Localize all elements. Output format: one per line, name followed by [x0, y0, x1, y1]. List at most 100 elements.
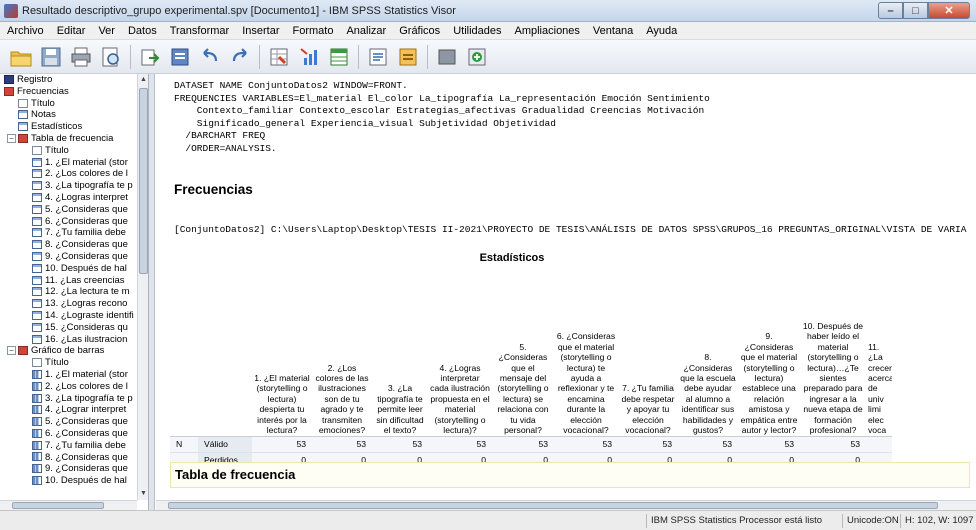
tree-item[interactable]: Título	[0, 145, 137, 157]
menu-1[interactable]: Editar	[50, 25, 92, 37]
tree-item[interactable]: 16. ¿Las ilustracion	[0, 334, 137, 346]
tree-item[interactable]: 9. ¿Consideras que	[0, 463, 137, 475]
collapse-icon[interactable]: −	[7, 346, 16, 356]
tree-item-label: Tabla de frecuencia	[31, 132, 114, 144]
tree-item[interactable]: 10. Después de hal	[0, 475, 137, 487]
stats-table[interactable]: 1. ¿El material (storytelling o lectura)…	[170, 266, 892, 469]
goto-case-icon[interactable]	[296, 44, 322, 70]
tree-item[interactable]: 4. ¿Logras interpret	[0, 192, 137, 204]
menu-11[interactable]: Ventana	[586, 25, 639, 37]
tree-item-label: 10. Después de hal	[45, 475, 127, 487]
scroll-thumb[interactable]	[12, 502, 104, 509]
table-cell: 53	[492, 436, 554, 453]
column-header: 10. Después de haber leído el material (…	[800, 266, 866, 437]
tree-item[interactable]: 5. ¿Consideras que	[0, 416, 137, 428]
toolbar-separator	[130, 44, 131, 69]
goto-data-icon[interactable]	[266, 44, 292, 70]
menu-4[interactable]: Transformar	[163, 25, 236, 37]
tree-item[interactable]: 6. ¿Consideras que	[0, 216, 137, 228]
tree-item[interactable]: 12. ¿La lectura te m	[0, 286, 137, 298]
undo-icon[interactable]	[197, 44, 223, 70]
scroll-thumb[interactable]	[139, 88, 148, 274]
outline-vertical-scrollbar[interactable]: ▲ ▼	[137, 74, 148, 500]
stats-table-title: Estadísticos	[479, 252, 545, 264]
tree-item[interactable]: 6. ¿Consideras que	[0, 428, 137, 440]
insert-output-icon[interactable]	[365, 44, 391, 70]
menu-12[interactable]: Ayuda	[639, 25, 683, 37]
tree-item-label: 10. Después de hal	[45, 262, 127, 274]
red-item-icon	[18, 346, 28, 356]
recall-dialog-icon[interactable]	[167, 44, 193, 70]
red-item-icon	[18, 133, 28, 143]
export-icon[interactable]	[137, 44, 163, 70]
tree-item[interactable]: 8. ¿Consideras que	[0, 452, 137, 464]
column-header: 4. ¿Logras interpretar cada ilustración …	[428, 266, 492, 437]
tree-item[interactable]: 3. ¿La tipografía te p	[0, 180, 137, 192]
tree-item[interactable]: 14. ¿Lograste identifi	[0, 310, 137, 322]
menu-8[interactable]: Gráficos	[392, 25, 446, 37]
collapse-icon[interactable]: −	[7, 133, 16, 143]
print-preview-icon[interactable]	[98, 44, 124, 70]
tree-item[interactable]: 3. ¿La tipografía te p	[0, 393, 137, 405]
tree-item-label: 15. ¿Consideras qu	[45, 321, 128, 333]
content-horizontal-scrollbar[interactable]	[156, 500, 976, 510]
tree-item[interactable]: 11. ¿Las creencias	[0, 275, 137, 287]
tree-item[interactable]: − Tabla de frecuencia	[0, 133, 137, 145]
variables-icon[interactable]	[326, 44, 352, 70]
redo-icon[interactable]	[227, 44, 253, 70]
select-last-output-icon[interactable]	[434, 44, 460, 70]
doc-icon	[32, 358, 42, 368]
tree-item[interactable]: 4. ¿Lograr interpret	[0, 404, 137, 416]
save-icon[interactable]	[38, 44, 64, 70]
tree-item[interactable]: 1. ¿El material (stor	[0, 369, 137, 381]
pane-splitter[interactable]	[149, 74, 155, 510]
tree-item[interactable]: Título	[0, 357, 137, 369]
menu-3[interactable]: Datos	[121, 25, 163, 37]
open-folder-icon[interactable]	[8, 44, 34, 70]
menu-bar: Archivo Editar Ver Datos Transformar Insertar…	[0, 22, 976, 40]
tree-item-label: 2. ¿Los colores de l	[45, 380, 128, 392]
tree-item[interactable]: 7. ¿Tu familia debe	[0, 227, 137, 239]
table-icon	[32, 275, 42, 285]
tree-item[interactable]: 9. ¿Consideras que	[0, 251, 137, 263]
designate-window-icon[interactable]	[395, 44, 421, 70]
tree-item[interactable]: Notas	[0, 109, 137, 121]
tree-item-label: 5. ¿Consideras que	[45, 416, 128, 428]
close-button[interactable]: ✕	[928, 2, 970, 19]
heading-tabla-de-frecuencia: Tabla de frecuencia	[175, 467, 296, 482]
tree-item[interactable]: 5. ¿Consideras que	[0, 204, 137, 216]
menu-10[interactable]: Ampliaciones	[508, 25, 586, 37]
menu-9[interactable]: Utilidades	[446, 25, 507, 37]
tree-item[interactable]: Estadísticos	[0, 121, 137, 133]
tree-item[interactable]: − Gráfico de barras	[0, 345, 137, 357]
tree-item[interactable]: 1. ¿El material (stor	[0, 157, 137, 169]
tree-item[interactable]: 7. ¿Tu familia debe	[0, 440, 137, 452]
tree-item[interactable]: 2. ¿Los colores de l	[0, 168, 137, 180]
tree-item[interactable]: 2. ¿Los colores de l	[0, 381, 137, 393]
table-cell: 53	[252, 436, 312, 453]
menu-6[interactable]: Formato	[286, 25, 340, 37]
chart-icon	[32, 476, 42, 486]
menu-5[interactable]: Insertar	[235, 25, 285, 37]
scroll-thumb[interactable]	[168, 502, 938, 509]
tree-item[interactable]: Registro	[0, 74, 137, 86]
minimize-button[interactable]: –	[878, 2, 903, 19]
table-icon	[32, 287, 42, 297]
tree-item[interactable]: Frecuencias	[0, 86, 137, 98]
tree-item[interactable]: 8. ¿Consideras que	[0, 239, 137, 251]
run-syntax-icon[interactable]	[464, 44, 490, 70]
frequency-table-section[interactable]: Tabla de frecuencia	[170, 462, 970, 488]
tree-item[interactable]: 13. ¿Logras recono	[0, 298, 137, 310]
scroll-up-arrow-icon[interactable]: ▲	[138, 74, 148, 86]
scroll-down-arrow-icon[interactable]: ▼	[138, 488, 148, 500]
tree-item[interactable]: 10. Después de hal	[0, 263, 137, 275]
menu-0[interactable]: Archivo	[0, 25, 50, 37]
menu-7[interactable]: Analizar	[339, 25, 392, 37]
tree-item[interactable]: Título	[0, 98, 137, 110]
maximize-button[interactable]: □	[903, 2, 928, 19]
print-icon[interactable]	[68, 44, 94, 70]
table-cell	[866, 436, 892, 453]
tree-item[interactable]: 15. ¿Consideras qu	[0, 322, 137, 334]
menu-2[interactable]: Ver	[91, 25, 121, 37]
outline-horizontal-scrollbar[interactable]	[0, 500, 137, 510]
